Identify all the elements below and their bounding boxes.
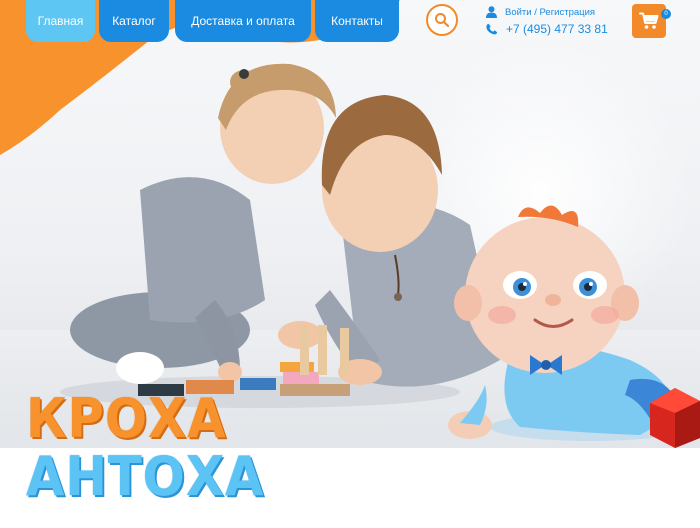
nav-item-label: Доставка и оплата xyxy=(191,14,295,28)
cart-button[interactable] xyxy=(632,4,666,38)
search-icon xyxy=(435,13,450,28)
nav-item-contacts[interactable]: Контакты xyxy=(315,0,399,42)
nav-item-label: Контакты xyxy=(331,14,383,28)
hero-title-line2: АНТОХА xyxy=(26,445,265,508)
nav-item-label: Главная xyxy=(37,14,84,28)
user-icon xyxy=(486,6,497,18)
red-cube-image xyxy=(650,388,700,448)
cart-icon xyxy=(639,12,659,29)
phone-contact[interactable]: +7 (495) 477 33 81 xyxy=(486,21,608,37)
nav-item-home[interactable]: Главная xyxy=(26,0,95,42)
nav-item-catalog[interactable]: Каталог xyxy=(99,0,169,42)
phone-icon xyxy=(486,23,498,35)
hero-banner xyxy=(0,0,700,448)
login-register-label[interactable]: Войти / Регистрация xyxy=(505,7,595,18)
nav-item-delivery[interactable]: Доставка и оплата xyxy=(175,0,311,42)
nav-item-label: Каталог xyxy=(112,14,156,28)
cart-count-badge: 0 xyxy=(661,9,671,19)
search-button[interactable] xyxy=(426,4,458,36)
hero-title-line1: КРОХА xyxy=(26,387,227,450)
phone-number[interactable]: +7 (495) 477 33 81 xyxy=(506,22,608,36)
login-link[interactable]: Войти / Регистрация xyxy=(486,5,595,19)
